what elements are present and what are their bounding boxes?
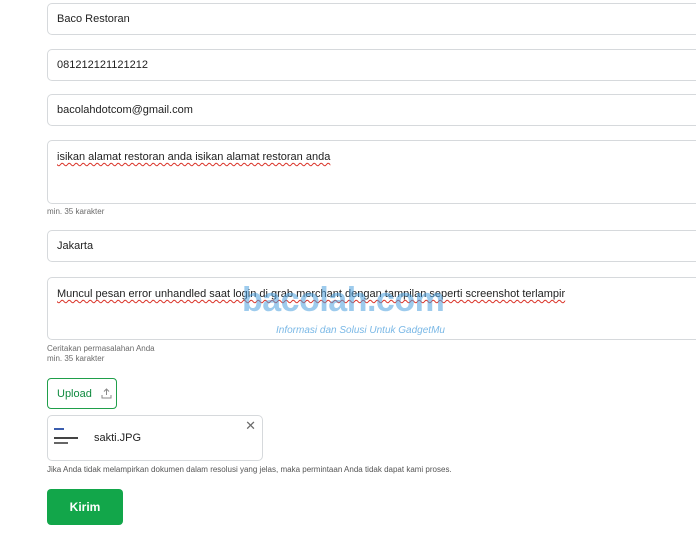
submit-label: Kirim xyxy=(69,500,101,514)
address-value: isikan alamat restoran anda isikan alama… xyxy=(57,151,331,163)
problem-value: Muncul pesan error unhandled saat login … xyxy=(57,288,566,300)
address-textarea[interactable]: isikan alamat restoran anda isikan alama… xyxy=(47,140,696,204)
upload-icon xyxy=(101,388,112,399)
attachment-file-name: sakti.JPG xyxy=(94,432,142,444)
email-input[interactable]: bacolahdotcom@gmail.com xyxy=(47,94,696,126)
address-min-hint: min. 35 karakter xyxy=(47,207,105,216)
phone-value: 081212121121212 xyxy=(57,59,148,71)
file-thumbnail xyxy=(54,425,80,451)
upload-label: Upload xyxy=(57,387,92,400)
problem-min-hint: min. 35 karakter xyxy=(47,354,105,363)
close-icon[interactable]: ✕ xyxy=(245,419,256,432)
city-input[interactable]: Jakarta xyxy=(47,230,696,262)
restaurant-name-value: Baco Restoran xyxy=(57,13,130,25)
upload-button[interactable]: Upload xyxy=(47,378,117,409)
email-value: bacolahdotcom@gmail.com xyxy=(57,104,193,116)
problem-hint-label: Ceritakan permasalahan Anda xyxy=(47,344,155,353)
problem-textarea[interactable]: Muncul pesan error unhandled saat login … xyxy=(47,277,696,340)
attachment-card: sakti.JPG ✕ xyxy=(47,415,263,461)
city-value: Jakarta xyxy=(57,240,94,252)
submit-button[interactable]: Kirim xyxy=(47,489,123,525)
attachment-notice: Jika Anda tidak melampirkan dokumen dala… xyxy=(47,465,452,474)
restaurant-name-input[interactable]: Baco Restoran xyxy=(47,3,696,35)
phone-input[interactable]: 081212121121212 xyxy=(47,49,696,81)
